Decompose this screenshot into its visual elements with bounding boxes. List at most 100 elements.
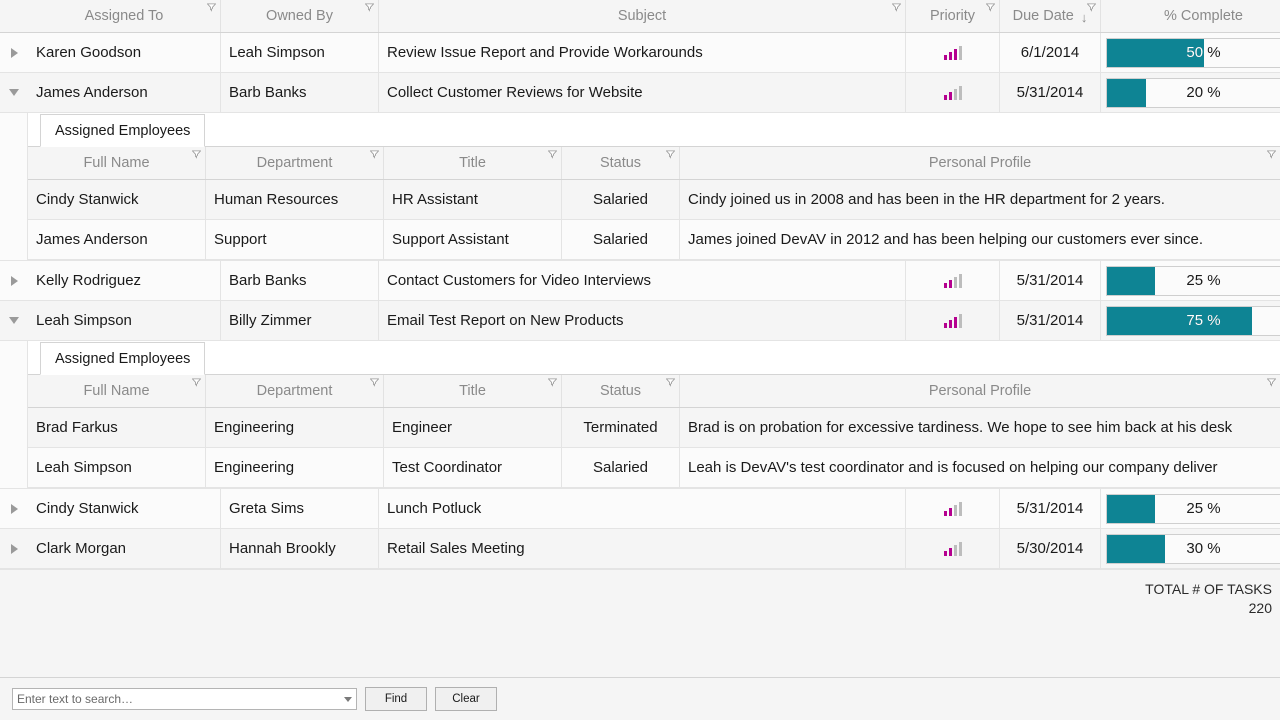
column-header-label: Title [459,383,486,399]
clear-button[interactable]: Clear [435,687,497,711]
tab-assigned-employees[interactable]: Assigned Employees [40,342,206,375]
priority-icon [943,501,962,516]
percent-complete-cell: 50 %50 % [1101,33,1280,72]
detail-table-row[interactable]: Cindy Stanwick Human Resources HR Assistan… [28,180,1280,220]
filter-icon[interactable] [370,150,379,159]
cell-due-date: 5/31/2014 [1000,73,1101,112]
chevron-right-icon [10,275,18,286]
detail-column-header-personal-profile[interactable]: Personal Profile [680,147,1280,179]
detail-column-header-personal-profile[interactable]: Personal Profile [680,375,1280,407]
filter-icon[interactable] [986,3,995,12]
filter-icon[interactable] [1087,3,1096,12]
task-row[interactable]: Clark Morgan Hannah Brookly Retail Sales M… [0,529,1280,569]
cell-assigned-to: Kelly Rodriguez [28,261,221,300]
detail-cell-full-name: Cindy Stanwick [28,180,206,219]
detail-cell-personal-profile: James joined DevAV in 2012 and has been … [688,231,1204,248]
detail-indent [0,341,28,488]
priority-bar [953,544,957,556]
filter-icon[interactable] [192,150,201,159]
cell-assigned-to: Karen Goodson [28,33,221,72]
progress-bar-label-overlay: 30 % [1107,535,1165,563]
column-header-label: Title [459,155,486,171]
column-header-label: Subject [617,8,667,24]
priority-bar [958,541,962,556]
cell-priority [906,489,1000,528]
search-input[interactable] [17,692,340,706]
detail-cell-full-name: Brad Farkus [28,408,206,447]
expand-row-button[interactable] [0,33,28,72]
expand-row-button[interactable] [0,529,28,568]
detail-cell-personal-profile: Leah is DevAV's test coordinator and is … [688,459,1218,476]
detail-cell-title: Engineer [384,408,562,447]
master-grid-body: Karen Goodson Leah Simpson Review Issue Re… [0,33,1280,569]
column-header-label: Department [256,383,333,399]
find-button[interactable]: Find [365,687,427,711]
tab-assigned-employees[interactable]: Assigned Employees [40,114,206,147]
column-header-subject[interactable]: Subject [379,0,906,32]
column-header-due-date[interactable]: Due Date ↓ [1000,0,1101,32]
filter-icon[interactable] [1267,150,1276,159]
filter-icon[interactable] [365,3,374,12]
detail-column-header-department[interactable]: Department [206,147,384,179]
percent-complete-cell: 25 %25 % [1101,261,1280,300]
chevron-down-icon [9,89,19,96]
filter-icon[interactable] [207,3,216,12]
filter-icon[interactable] [548,378,557,387]
priority-bar [948,91,952,100]
detail-table-row[interactable]: James Anderson Support Support Assistant Sa… [28,220,1280,260]
column-header-complete[interactable]: % Complete [1101,0,1280,32]
detail-cell-status: Salaried [562,220,680,259]
chevron-down-icon [9,317,19,324]
detail-cell-status: Terminated [562,408,680,447]
progress-bar: 50 %50 % [1106,37,1280,68]
detail-column-header-title[interactable]: Title [384,147,562,179]
column-header-priority[interactable]: Priority [906,0,1000,32]
filter-icon[interactable] [1267,378,1276,387]
expand-row-button[interactable] [0,261,28,300]
progress-bar-label-overlay: 25 % [1107,267,1155,295]
expand-row-button[interactable] [0,489,28,528]
priority-bar [943,282,947,288]
column-header-label: Due Date [1012,8,1074,24]
column-header-owned-by[interactable]: Owned By [221,0,379,32]
sort-descending-icon[interactable]: ↓ [1081,11,1088,24]
filter-icon[interactable] [666,378,675,387]
task-row[interactable]: Leah Simpson Billy Zimmer Email Test Repor… [0,301,1280,341]
cell-priority [906,33,1000,72]
filter-icon[interactable] [666,150,675,159]
chevron-right-icon [10,503,18,514]
priority-bar [943,54,947,60]
detail-column-header-full-name[interactable]: Full Name [28,375,206,407]
task-row[interactable]: Kelly Rodriguez Barb Banks Contact Custome… [0,261,1280,301]
cell-due-date: 6/1/2014 [1000,33,1101,72]
filter-icon[interactable] [192,378,201,387]
detail-column-header-status[interactable]: Status [562,147,680,179]
detail-cell-status: Salaried [562,180,680,219]
detail-column-header-full-name[interactable]: Full Name [28,147,206,179]
progress-bar: 30 %30 % [1106,533,1280,564]
search-combo[interactable] [12,688,357,710]
cell-assigned-to: Clark Morgan [28,529,221,568]
priority-bar [953,316,957,328]
detail-column-header-department[interactable]: Department [206,375,384,407]
progress-bar: 20 %20 % [1106,77,1280,108]
collapse-row-button[interactable] [0,73,28,112]
filter-icon[interactable] [892,3,901,12]
priority-bar [948,51,952,60]
chevron-down-icon[interactable] [344,696,352,702]
detail-table-row[interactable]: Brad Farkus Engineering Engineer Terminated… [28,408,1280,448]
detail-table-row[interactable]: Leah Simpson Engineering Test Coordinator S… [28,448,1280,488]
collapse-row-button[interactable] [0,301,28,340]
filter-icon[interactable] [370,378,379,387]
task-row[interactable]: Karen Goodson Leah Simpson Review Issue Re… [0,33,1280,73]
task-row[interactable]: James Anderson Barb Banks Collect Customer… [0,73,1280,113]
column-header-assigned-to[interactable]: Assigned To [28,0,221,32]
detail-column-header-status[interactable]: Status [562,375,680,407]
column-header-label: Full Name [83,155,150,171]
task-row[interactable]: Cindy Stanwick Greta Sims Lunch Potluck 5/3… [0,489,1280,529]
detail-column-header-title[interactable]: Title [384,375,562,407]
cell-priority [906,301,1000,340]
priority-bar [948,507,952,516]
progress-bar: 75 % 75 % [1106,305,1280,336]
filter-icon[interactable] [548,150,557,159]
